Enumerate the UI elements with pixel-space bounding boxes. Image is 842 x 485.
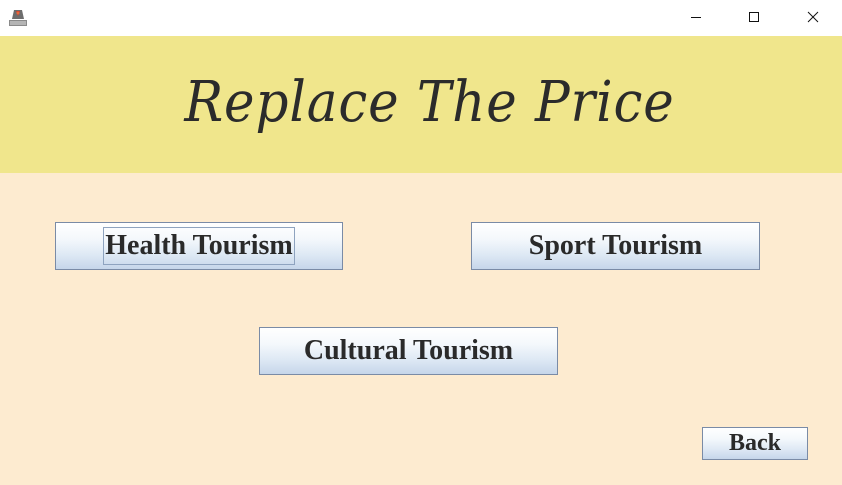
back-label: Back [728, 430, 781, 456]
sport-tourism-label: Sport Tourism [528, 230, 703, 261]
header-banner: Replace The Price [0, 36, 842, 173]
maximize-icon [749, 12, 759, 22]
cultural-tourism-button[interactable]: Cultural Tourism [259, 327, 558, 375]
java-app-icon [8, 7, 28, 27]
back-button[interactable]: Back [702, 427, 808, 460]
sport-tourism-button[interactable]: Sport Tourism [471, 222, 760, 270]
health-tourism-button[interactable]: Health Tourism [55, 222, 343, 270]
content-panel: Health Tourism Sport Tourism Cultural To… [0, 173, 842, 485]
minimize-icon [691, 17, 701, 18]
cultural-tourism-label: Cultural Tourism [303, 335, 514, 366]
title-bar [0, 0, 842, 36]
close-icon [807, 11, 819, 23]
maximize-button[interactable] [725, 0, 783, 34]
close-button[interactable] [784, 0, 842, 34]
health-tourism-label: Health Tourism [103, 227, 295, 265]
minimize-button[interactable] [667, 0, 725, 34]
page-title: Replace The Price [183, 70, 675, 135]
